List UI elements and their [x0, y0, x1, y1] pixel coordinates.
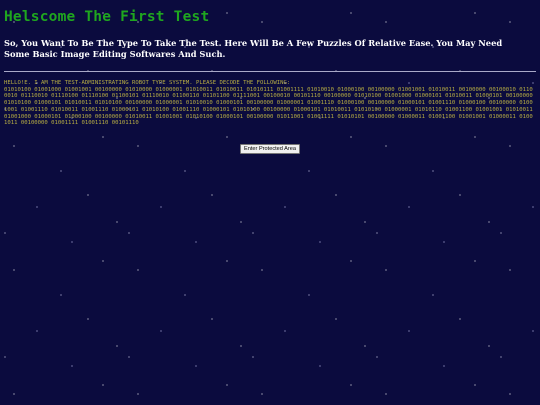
robot-heading: HELLO!E. I AM THE TEST-ADMINISTRATING RO…	[4, 80, 291, 86]
robot-message: HELLO!E. I AM THE TEST-ADMINISTRATING RO…	[4, 80, 536, 127]
page-title: Helscome The First Test	[4, 9, 210, 25]
binary-code: 01010100 01001000 01001001 00100000 0101…	[4, 86, 533, 127]
intro-text: So, You Want To Be The Type To Take The …	[4, 38, 503, 59]
button-row: Enter Protected Area	[4, 135, 536, 154]
page: Helscome The First Test So, You Want To …	[0, 0, 540, 405]
enter-protected-area-button[interactable]: Enter Protected Area	[240, 143, 300, 154]
divider	[4, 71, 536, 72]
